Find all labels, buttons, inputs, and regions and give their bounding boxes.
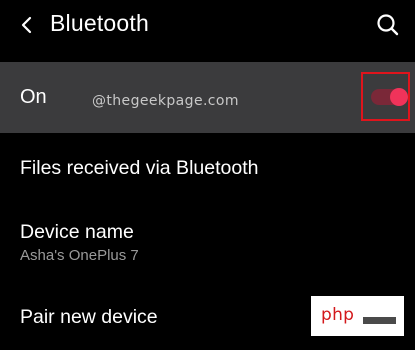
device-name-label: Device name (20, 221, 134, 243)
php-logo-bar (363, 317, 396, 324)
device-name-item[interactable]: Device name Asha's OnePlus 7 (0, 206, 415, 284)
files-received-item[interactable]: Files received via Bluetooth (0, 140, 415, 200)
device-name-value: Asha's OnePlus 7 (20, 247, 139, 264)
arrow-left-icon (21, 16, 32, 34)
bluetooth-toggle-label: On (20, 86, 47, 108)
bluetooth-switch[interactable] (368, 88, 408, 106)
bluetooth-toggle-row[interactable]: On @thegeekpage.com (0, 62, 415, 133)
search-icon (377, 14, 399, 36)
watermark-text: @thegeekpage.com (92, 93, 239, 109)
back-button[interactable] (14, 12, 40, 38)
php-logo-text: php (321, 305, 355, 325)
pair-new-device-label: Pair new device (20, 306, 158, 328)
switch-thumb (390, 88, 408, 106)
files-received-label: Files received via Bluetooth (20, 157, 259, 179)
search-button[interactable] (374, 11, 402, 39)
php-logo-badge: php (311, 296, 404, 336)
page-title: Bluetooth (50, 10, 149, 36)
top-app-bar: Bluetooth (0, 0, 415, 52)
